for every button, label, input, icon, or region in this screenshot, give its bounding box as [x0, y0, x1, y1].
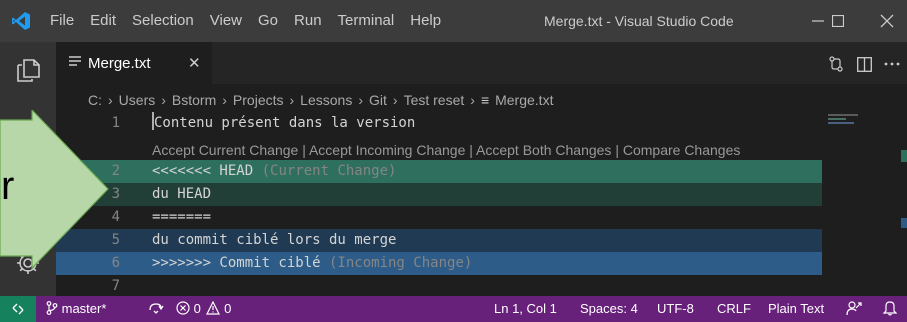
menu-edit[interactable]: Edit	[82, 0, 124, 42]
chevron-right-icon: ›	[470, 92, 475, 108]
line-ending[interactable]: CRLF	[717, 296, 751, 322]
menu-selection[interactable]: Selection	[124, 0, 202, 42]
line-text: du HEAD	[152, 186, 212, 202]
chevron-right-icon: ›	[392, 92, 398, 108]
sync-button[interactable]	[148, 296, 164, 322]
tab-label: Merge.txt	[88, 54, 151, 72]
menu-bar: File Edit Selection View Go Run Terminal…	[42, 0, 449, 42]
code-line-incoming-header: 6 >>>>>>> Commit ciblé (Incoming Change)	[56, 252, 822, 275]
breadcrumb-item[interactable]: Merge.txt	[495, 92, 553, 108]
open-changes-icon[interactable]	[824, 52, 848, 76]
menu-go[interactable]: Go	[250, 0, 286, 42]
annotation-arrow: r	[0, 108, 112, 274]
problems-indicator[interactable]: 0 0	[176, 296, 231, 322]
error-count: 0	[193, 301, 201, 316]
encoding[interactable]: UTF-8	[657, 296, 694, 322]
chevron-right-icon: ›	[358, 92, 363, 108]
editor-tabs: Merge.txt ✕	[56, 42, 907, 84]
language-mode[interactable]: Plain Text	[768, 296, 824, 322]
merge-conflict-actions[interactable]: Accept Current Change | Accept Incoming …	[152, 139, 740, 162]
tab-merge-txt[interactable]: Merge.txt ✕	[56, 42, 212, 84]
close-window-button[interactable]	[864, 0, 907, 42]
text-file-icon: ≡	[480, 92, 490, 108]
breadcrumb-item[interactable]: Lessons	[300, 92, 352, 108]
close-icon	[880, 14, 894, 28]
code-line-current: 3 du HEAD	[56, 183, 822, 206]
explorer-icon[interactable]	[12, 54, 44, 86]
error-icon	[176, 301, 190, 315]
warning-icon	[206, 300, 221, 315]
tab-close-icon[interactable]: ✕	[188, 54, 201, 72]
remote-icon	[12, 303, 24, 315]
annotation-text: r	[1, 164, 15, 208]
chevron-right-icon: ›	[108, 92, 113, 108]
menu-run[interactable]: Run	[286, 0, 330, 42]
breadcrumb-item[interactable]: C:	[88, 92, 102, 108]
menu-help[interactable]: Help	[402, 0, 449, 42]
breadcrumb-item[interactable]: Projects	[233, 92, 284, 108]
branch-indicator[interactable]: master*	[46, 296, 106, 322]
line-text: =======	[152, 209, 212, 225]
breadcrumb-item[interactable]: Users	[119, 92, 156, 108]
git-branch-icon	[46, 301, 58, 315]
branch-name: master*	[61, 301, 107, 316]
menu-view[interactable]: View	[202, 0, 250, 42]
line-text: Contenu présent dans la version	[152, 112, 415, 135]
remote-indicator-button[interactable]	[0, 296, 36, 322]
vscode-logo-icon	[0, 0, 42, 42]
chevron-right-icon: ›	[289, 92, 295, 108]
code-line-separator: 4 =======	[56, 206, 822, 229]
warning-count: 0	[224, 301, 232, 316]
sync-icon	[149, 303, 164, 314]
scrollbar-marker	[901, 150, 907, 162]
chevron-right-icon: ›	[161, 92, 166, 108]
menu-file[interactable]: File	[42, 0, 82, 42]
chevron-right-icon: ›	[222, 92, 227, 108]
feedback-icon[interactable]	[846, 296, 862, 322]
editor[interactable]: 1 Contenu présent dans la version Accept…	[56, 112, 907, 296]
text-file-icon	[69, 56, 81, 66]
line-text: >>>>>>> Commit ciblé (Incoming Change)	[152, 255, 473, 271]
line-text: du commit ciblé lors du merge	[152, 232, 397, 248]
scrollbar-marker	[901, 218, 907, 228]
minimap[interactable]	[828, 112, 866, 128]
more-actions-icon[interactable]	[880, 52, 904, 76]
breadcrumb-item[interactable]: Git	[369, 92, 387, 108]
cursor-position[interactable]: Ln 1, Col 1	[494, 296, 557, 322]
code-line-current-header: 2 <<<<<<< HEAD (Current Change)	[56, 160, 822, 183]
indentation[interactable]: Spaces: 4	[580, 296, 638, 322]
code-line: 7	[56, 275, 822, 298]
maximize-icon	[832, 15, 844, 27]
menu-terminal[interactable]: Terminal	[330, 0, 403, 42]
code-line-incoming: 5 du commit ciblé lors du merge	[56, 229, 822, 252]
window-title: Merge.txt - Visual Studio Code	[544, 13, 734, 29]
breadcrumb-item[interactable]: Bstorm	[172, 92, 216, 108]
notifications-bell-icon[interactable]	[882, 296, 898, 322]
title-bar: File Edit Selection View Go Run Terminal…	[0, 0, 907, 42]
maximize-button[interactable]	[815, 0, 861, 42]
line-text: <<<<<<< HEAD (Current Change)	[152, 163, 397, 179]
code-line: 1 Contenu présent dans la version	[56, 112, 822, 135]
breadcrumb: C: › Users › Bstorm › Projects › Lessons › Gi…	[88, 90, 553, 110]
split-editor-icon[interactable]	[852, 52, 876, 76]
status-bar: master* 0 0 Ln 1, Col 1 Spaces: 4 UTF-8 …	[0, 296, 907, 322]
line-number: 7	[111, 278, 120, 294]
breadcrumb-item[interactable]: Test reset	[404, 92, 465, 108]
